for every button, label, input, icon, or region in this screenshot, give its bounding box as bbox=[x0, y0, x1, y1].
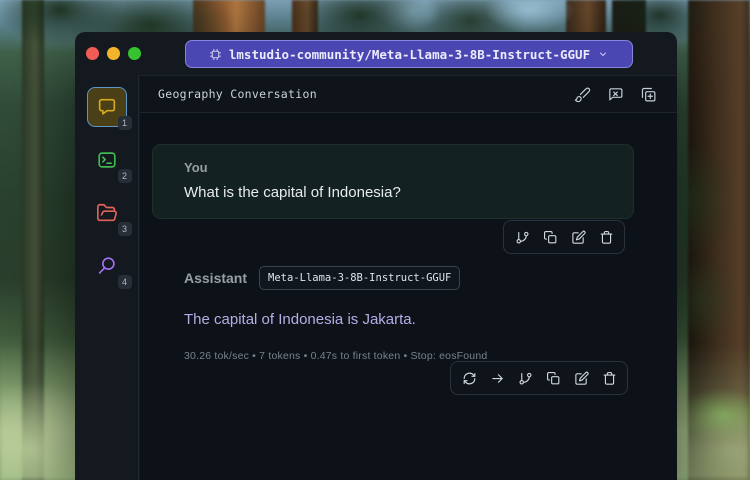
trash-icon bbox=[599, 230, 614, 245]
copy-button[interactable] bbox=[541, 366, 565, 390]
folder-open-icon bbox=[96, 202, 118, 224]
traffic-lights bbox=[86, 47, 141, 60]
regenerate-icon bbox=[462, 371, 477, 386]
conversation-title[interactable]: Geography Conversation bbox=[158, 87, 317, 101]
trash-icon bbox=[602, 371, 617, 386]
chevron-down-icon bbox=[597, 48, 609, 60]
chip-icon bbox=[209, 48, 222, 61]
zoom-button[interactable] bbox=[128, 47, 141, 60]
assistant-message: Assistant Meta-Llama-3-8B-Instruct-GGUF … bbox=[184, 266, 634, 395]
main-content: Geography Conversation You What is the c… bbox=[140, 75, 677, 480]
sidebar-item-my-models[interactable]: 3 bbox=[87, 193, 132, 236]
delete-button[interactable] bbox=[597, 366, 621, 390]
user-role-label: You bbox=[184, 160, 208, 175]
edit-button[interactable] bbox=[569, 366, 593, 390]
sidebar: 1 2 3 4 bbox=[75, 75, 139, 480]
clear-all-messages-button[interactable] bbox=[604, 83, 626, 105]
edit-icon bbox=[571, 230, 586, 245]
terminal-icon bbox=[96, 149, 118, 171]
chat-bubble-icon bbox=[96, 96, 118, 118]
sidebar-badge: 1 bbox=[117, 116, 132, 130]
sidebar-item-developer[interactable]: 2 bbox=[87, 140, 132, 183]
copy-button[interactable] bbox=[538, 225, 562, 249]
assistant-message-header: Assistant Meta-Llama-3-8B-Instruct-GGUF bbox=[184, 266, 634, 290]
close-button[interactable] bbox=[86, 47, 99, 60]
model-selector-label: lmstudio-community/Meta-Llama-3-8B-Instr… bbox=[228, 46, 591, 62]
edit-icon bbox=[574, 371, 589, 386]
copy-icon bbox=[546, 371, 561, 386]
search-icon bbox=[96, 255, 118, 277]
user-message-text: What is the capital of Indonesia? bbox=[184, 184, 401, 201]
assistant-message-text: The capital of Indonesia is Jakarta. bbox=[184, 311, 416, 328]
sidebar-badge: 2 bbox=[117, 169, 132, 183]
titlebar: lmstudio-community/Meta-Llama-3-8B-Instr… bbox=[75, 32, 677, 75]
continue-arrow-icon bbox=[490, 371, 505, 386]
chat-header: Geography Conversation bbox=[140, 76, 677, 113]
clear-conversation-icon bbox=[607, 86, 624, 103]
chat-scroll-area: You What is the capital of Indonesia? As… bbox=[140, 113, 677, 480]
sidebar-item-discover[interactable]: 4 bbox=[87, 246, 132, 289]
broom-icon bbox=[574, 86, 591, 103]
regenerate-button[interactable] bbox=[457, 366, 481, 390]
continue-button[interactable] bbox=[485, 366, 509, 390]
delete-button[interactable] bbox=[594, 225, 618, 249]
user-message-actions-toolbar bbox=[503, 220, 625, 254]
duplicate-icon bbox=[640, 86, 657, 103]
copy-icon bbox=[543, 230, 558, 245]
assistant-message-actions-toolbar bbox=[450, 361, 628, 395]
branch-button[interactable] bbox=[510, 225, 534, 249]
header-actions bbox=[571, 83, 659, 105]
sidebar-badge: 3 bbox=[117, 222, 132, 236]
branch-icon bbox=[518, 371, 533, 386]
sidebar-badge: 4 bbox=[117, 275, 132, 289]
branch-button[interactable] bbox=[513, 366, 537, 390]
sidebar-item-chat[interactable]: 1 bbox=[86, 87, 132, 130]
branch-icon bbox=[515, 230, 530, 245]
cleanup-button[interactable] bbox=[571, 83, 593, 105]
duplicate-chat-button[interactable] bbox=[637, 83, 659, 105]
model-name-badge: Meta-Llama-3-8B-Instruct-GGUF bbox=[259, 266, 461, 290]
app-window: lmstudio-community/Meta-Llama-3-8B-Instr… bbox=[75, 32, 677, 480]
user-message: You What is the capital of Indonesia? bbox=[152, 144, 634, 219]
minimize-button[interactable] bbox=[107, 47, 120, 60]
model-selector-button[interactable]: lmstudio-community/Meta-Llama-3-8B-Instr… bbox=[185, 40, 633, 68]
edit-button[interactable] bbox=[566, 225, 590, 249]
assistant-role-label: Assistant bbox=[184, 270, 248, 286]
